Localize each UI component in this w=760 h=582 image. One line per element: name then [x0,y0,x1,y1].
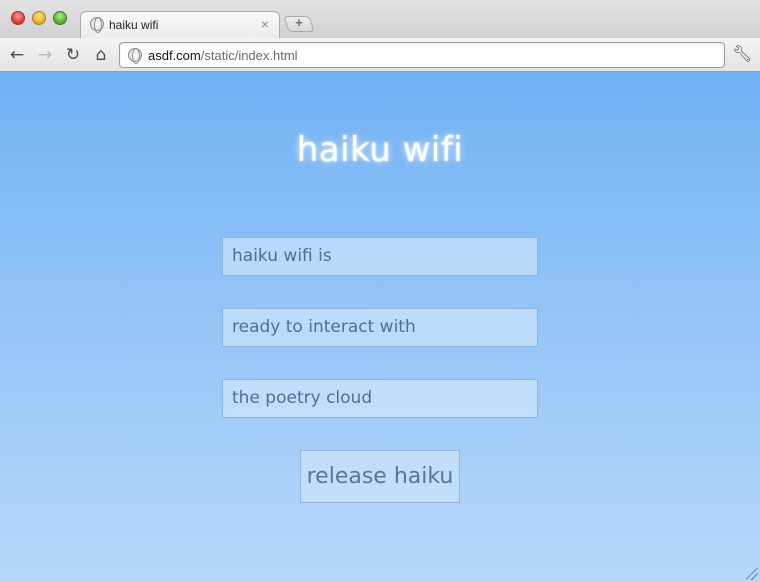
zoom-window-button[interactable] [53,11,67,25]
haiku-line-2-input[interactable]: ready to interact with [222,308,538,347]
page-title: haiku wifi [296,130,464,170]
address-path: /static/index.html [200,48,298,63]
page-content: haiku wifi haiku wifi is ready to intera… [0,72,760,582]
window-titlebar: haiku wifi × + [0,0,760,38]
tab-title: haiku wifi [109,18,159,32]
forward-icon[interactable]: → [35,45,55,65]
back-icon[interactable]: ← [7,45,27,65]
resize-grip-icon[interactable] [746,568,758,580]
globe-icon [128,48,142,64]
plus-icon[interactable]: + [292,16,306,30]
address-text[interactable]: asdf.com/static/index.html [148,48,298,63]
address-host: asdf.com [148,48,201,63]
haiku-line-3-input[interactable]: the poetry cloud [222,379,538,418]
browser-toolbar: ← → ↻ ⌂ asdf.com/static/index.html 🔧︎ [0,38,760,72]
release-haiku-button[interactable]: release haiku [300,450,460,503]
globe-icon [90,17,104,33]
reload-icon[interactable]: ↻ [63,45,83,65]
tab-close-icon[interactable]: × [258,15,272,33]
haiku-line-1-input[interactable]: haiku wifi is [222,237,538,276]
browser-tab[interactable]: haiku wifi × [80,11,280,38]
home-icon[interactable]: ⌂ [91,45,111,65]
minimize-window-button[interactable] [32,11,46,25]
wrench-icon[interactable]: 🔧︎ [732,44,752,64]
address-bar[interactable]: asdf.com/static/index.html [119,42,725,68]
close-window-button[interactable] [11,11,25,25]
